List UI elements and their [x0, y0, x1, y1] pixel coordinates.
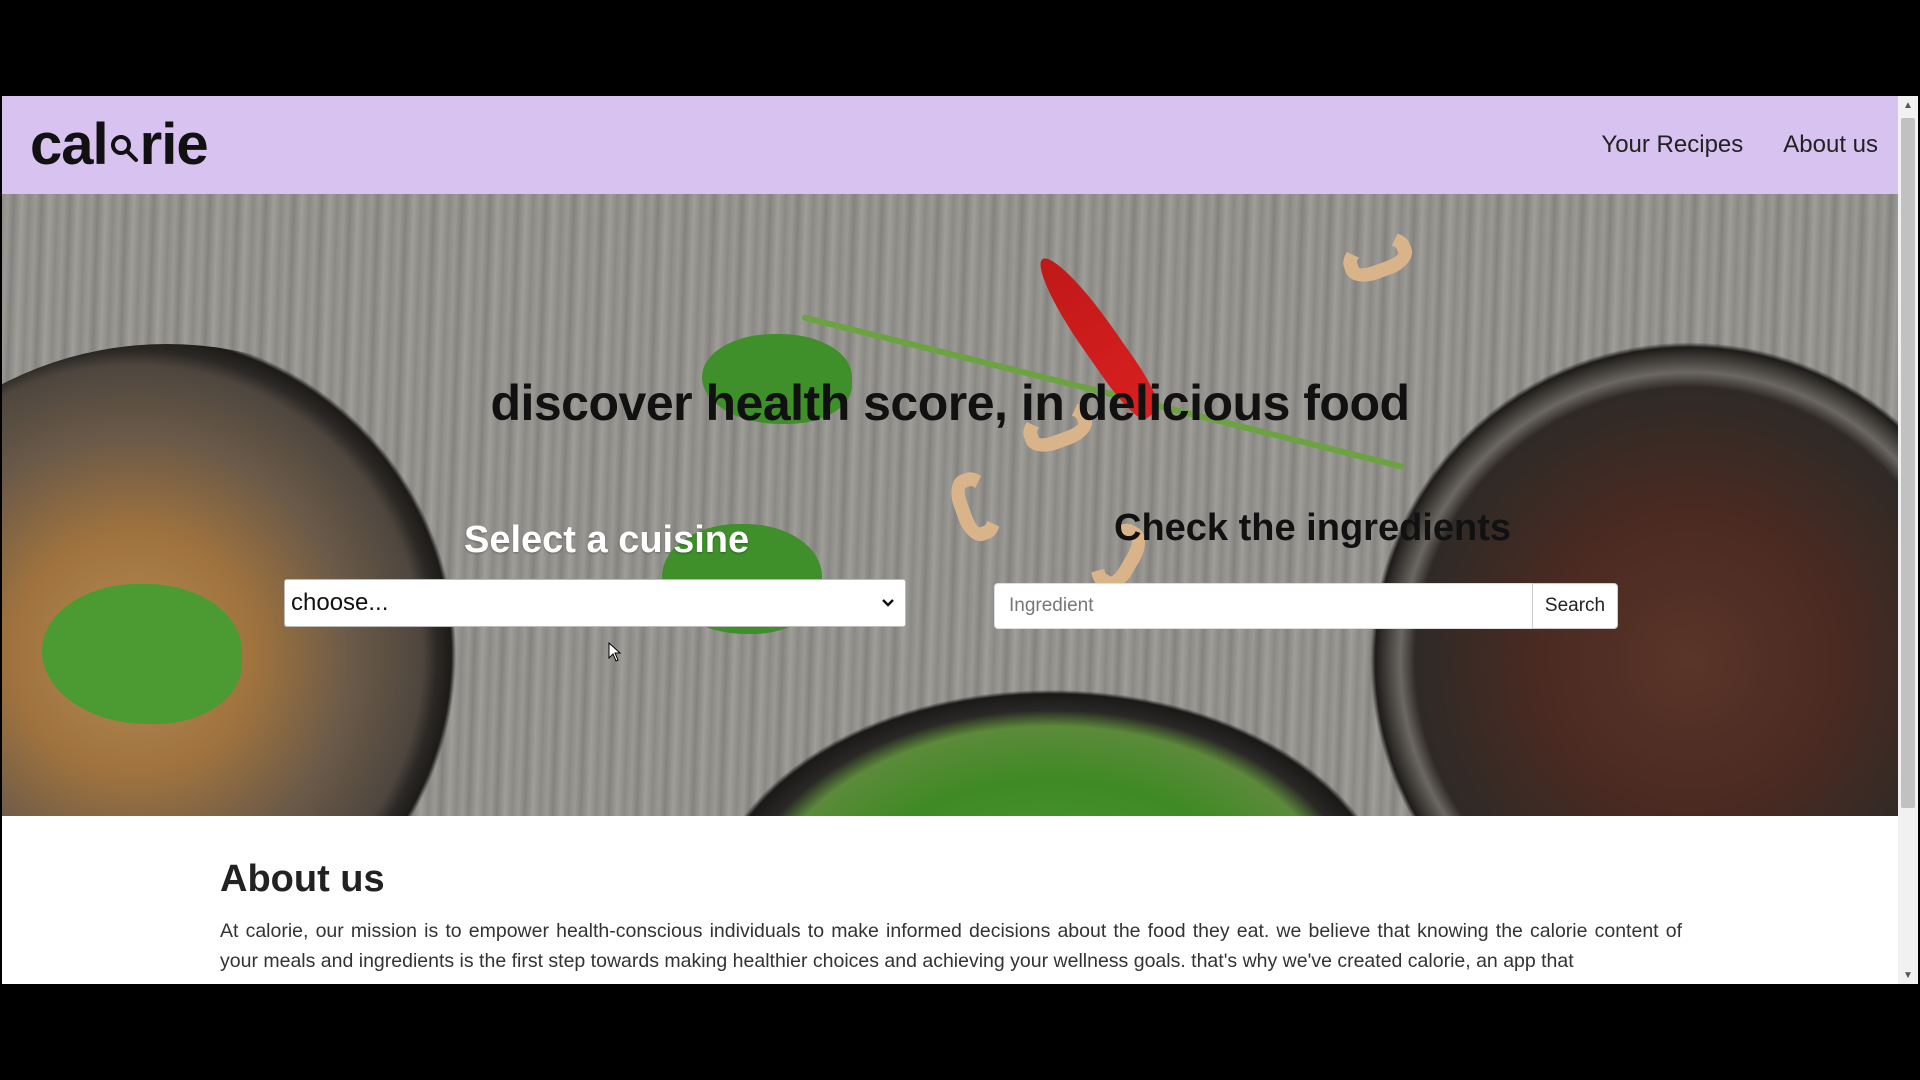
cashew-image [1336, 223, 1418, 289]
logo-text-right: rie [139, 112, 209, 177]
ingredients-label: Check the ingredients [1114, 507, 1511, 549]
hero-section: discover health score, in delicious food… [2, 194, 1898, 816]
chevron-down-icon [882, 599, 894, 607]
ingredient-search-group: Ingredient Search [994, 583, 1618, 629]
magnifier-icon [109, 125, 139, 165]
cuisine-label: Select a cuisine [464, 519, 750, 561]
cuisine-select-value: choose... [291, 589, 389, 616]
scrollbar[interactable]: ▲ ▼ [1898, 96, 1918, 984]
about-text: At calorie, our mission is to empower he… [220, 920, 1682, 972]
nav-links: Your Recipes About us [1601, 131, 1878, 159]
scroll-thumb[interactable] [1901, 118, 1915, 808]
food-plate-bottom-image [622, 634, 1402, 816]
scroll-up-icon[interactable]: ▲ [1898, 96, 1918, 114]
logo-text-left: cal [30, 112, 109, 177]
hero-title: discover health score, in delicious food [490, 375, 1410, 431]
ingredient-placeholder: Ingredient [1009, 595, 1094, 616]
search-button[interactable]: Search [1532, 583, 1618, 629]
browser-viewport: cal rie Your Recipes About us discover h… [2, 96, 1918, 984]
navbar: cal rie Your Recipes About us [2, 96, 1898, 194]
cashew-image [944, 465, 1010, 547]
about-section: About us At calorie, our mission is to e… [2, 816, 1898, 984]
nav-link-about-us[interactable]: About us [1783, 131, 1878, 159]
logo[interactable]: cal rie [30, 112, 209, 177]
mouse-cursor-icon [608, 641, 622, 662]
about-title: About us [220, 858, 385, 900]
cuisine-select[interactable]: choose... [284, 579, 906, 627]
nav-link-your-recipes[interactable]: Your Recipes [1601, 131, 1743, 159]
ingredient-input[interactable]: Ingredient [994, 583, 1532, 629]
scroll-down-icon[interactable]: ▼ [1898, 966, 1918, 984]
